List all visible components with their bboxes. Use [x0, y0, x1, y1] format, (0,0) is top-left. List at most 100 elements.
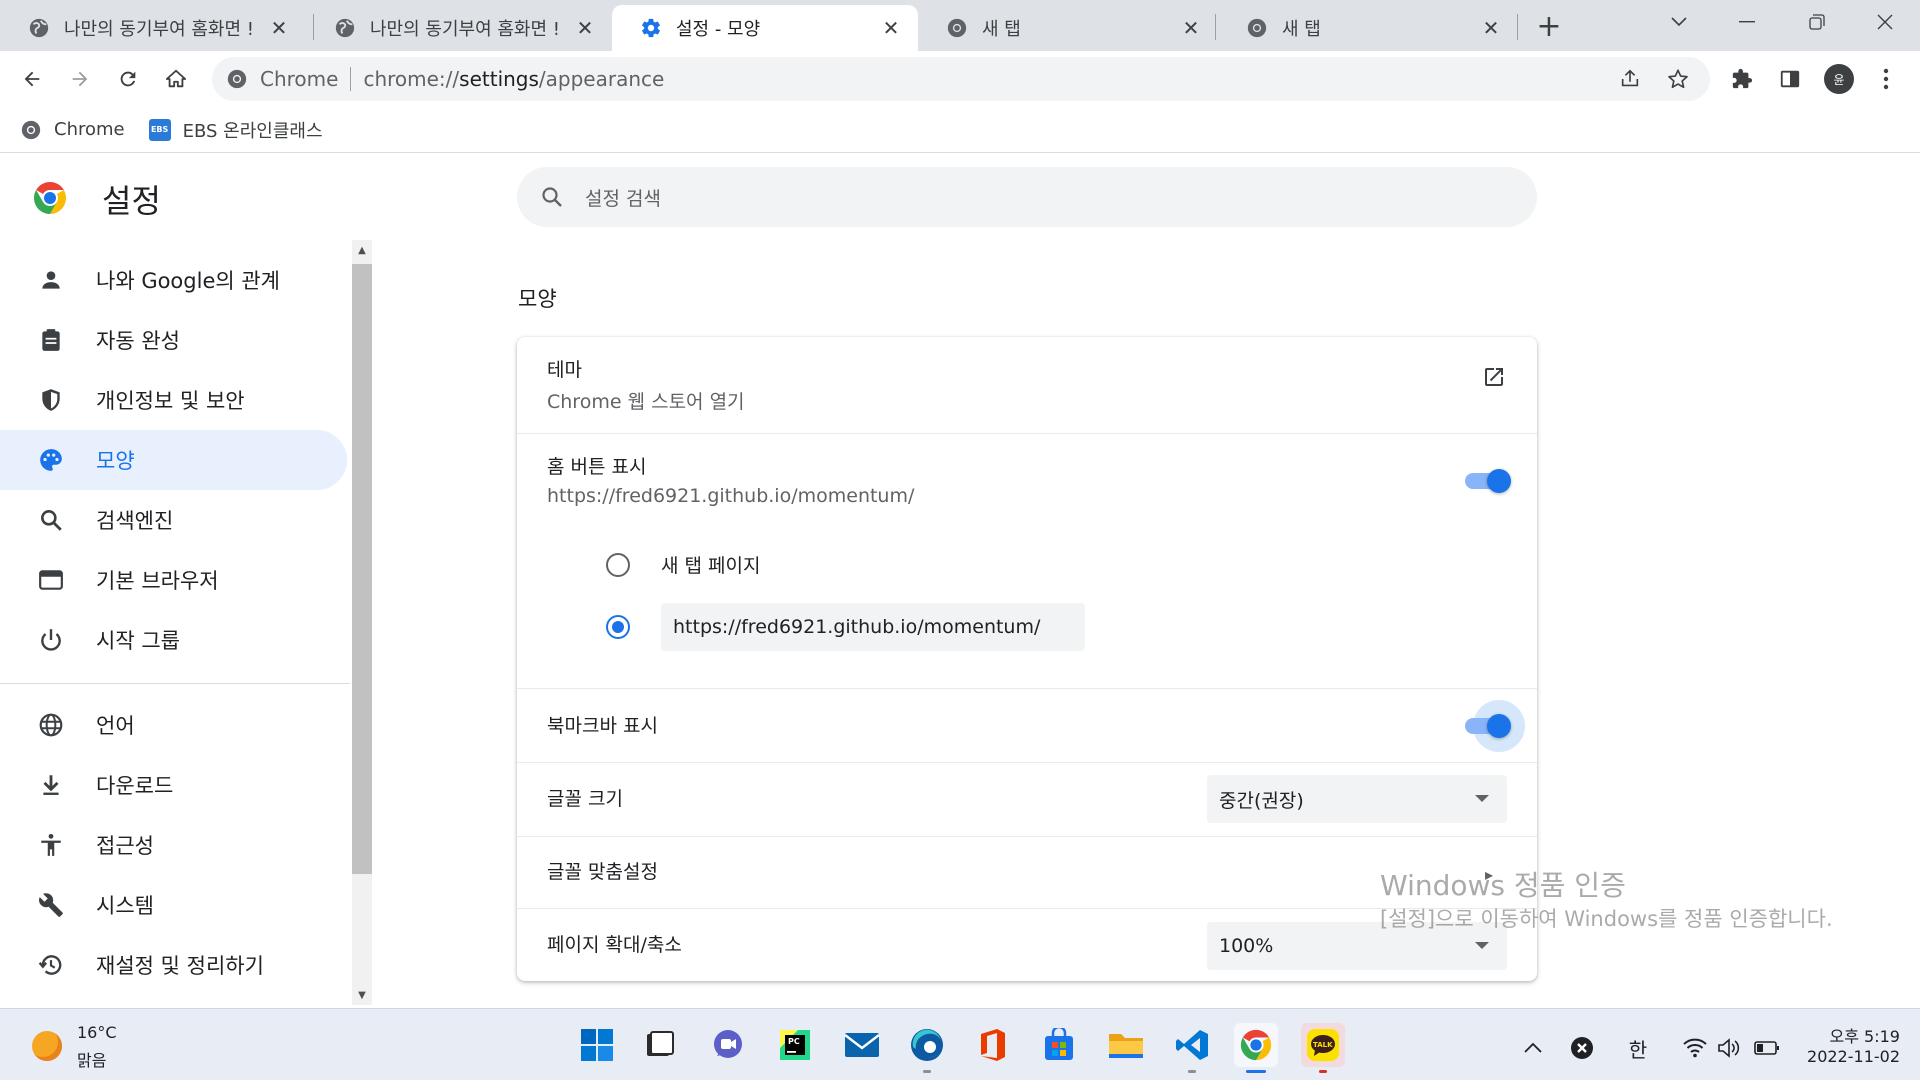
terminal-icon[interactable] [638, 1023, 682, 1067]
running-indicator [1246, 1070, 1266, 1073]
tab-title: 설정 - 모양 [676, 19, 761, 40]
sidebar-item-downloads[interactable]: 다운로드 [0, 755, 347, 815]
clock-date[interactable]: 2022-11-02 [1800, 1047, 1900, 1066]
tab-search-icon[interactable] [1652, 0, 1706, 44]
sidebar-item-label: 언어 [96, 714, 135, 738]
sidebar-item-label: 자동 완성 [96, 329, 180, 353]
chevron-up-icon[interactable] [1518, 1033, 1548, 1063]
sidebar-item-privacy[interactable]: 개인정보 및 보안 [0, 370, 347, 430]
restore-button[interactable] [1790, 0, 1844, 44]
new-tab-page-radio[interactable] [606, 553, 630, 577]
menu-icon[interactable] [1866, 59, 1906, 99]
close-icon[interactable]: ✕ [266, 15, 292, 41]
chrome-icon [946, 17, 968, 39]
palette-icon [36, 445, 66, 475]
bookmark-star-icon[interactable] [1658, 59, 1698, 99]
sidebar-item-default-browser[interactable]: 기본 브라우저 [0, 550, 347, 610]
close-icon[interactable]: ✕ [878, 15, 904, 41]
sidebar-item-accessibility[interactable]: 접근성 [0, 815, 347, 875]
sidebar-item-autofill[interactable]: 자동 완성 [0, 310, 347, 370]
sidebar-item-reset[interactable]: 재설정 및 정리하기 [0, 935, 347, 995]
side-panel-icon[interactable] [1770, 59, 1810, 99]
open-in-new-icon[interactable] [1479, 362, 1509, 392]
close-icon[interactable]: ✕ [572, 15, 598, 41]
pycharm-icon[interactable]: PC [773, 1023, 817, 1067]
chat-icon[interactable] [706, 1023, 750, 1067]
kakaotalk-icon[interactable]: TALK [1301, 1023, 1345, 1073]
tab-3[interactable]: 설정 - 모양 ✕ [612, 5, 918, 51]
customize-fonts-label[interactable]: 글꼴 맞춤설정 [547, 857, 658, 884]
clock-time[interactable]: 오후 5:19 [1820, 1023, 1900, 1047]
sidebar-item-label: 시작 그룹 [96, 629, 180, 653]
sidebar-item-label: 접근성 [96, 834, 154, 858]
search-icon [537, 182, 567, 212]
new-tab-button[interactable]: + [1533, 9, 1565, 44]
file-explorer-icon[interactable] [1104, 1023, 1148, 1067]
sidebar-item-on-startup[interactable]: 시작 그룹 [0, 610, 347, 670]
close-window-button[interactable] [1858, 0, 1912, 44]
pycharm-icon-text: PC [788, 1037, 800, 1046]
sidebar-item-google[interactable]: 나와 Google의 관계 [0, 250, 347, 310]
omnibox-divider [350, 67, 352, 91]
back-button[interactable] [12, 59, 52, 99]
battery-icon[interactable] [1752, 1033, 1782, 1063]
weather-temp[interactable]: 16°C [77, 1023, 117, 1042]
share-icon[interactable] [1610, 59, 1650, 99]
chrome-icon [20, 119, 42, 141]
store-icon[interactable] [1037, 1023, 1081, 1067]
bookmark-bar-toggle[interactable] [1461, 700, 1525, 752]
extensions-icon[interactable] [1722, 59, 1762, 99]
bookmarks-bar: Chrome EBS EBS 온라인클래스 [0, 107, 1920, 153]
new-tab-page-label: 새 탭 페이지 [661, 555, 761, 577]
forward-button[interactable] [60, 59, 100, 99]
chrome-logo-icon [32, 180, 68, 216]
settings-search-input[interactable]: 설정 검색 [517, 167, 1537, 227]
bookmark-bar-label: 북마크바 표시 [547, 715, 658, 737]
wifi-icon[interactable] [1680, 1033, 1710, 1063]
volume-icon[interactable] [1714, 1033, 1744, 1063]
sidebar-item-label: 시스템 [96, 894, 154, 918]
weather-sun-icon[interactable] [32, 1031, 62, 1061]
vscode-icon[interactable] [1170, 1023, 1214, 1073]
weather-desc[interactable]: 맑음 [77, 1047, 106, 1071]
custom-url-radio[interactable] [606, 615, 630, 639]
tab-separator [1215, 14, 1216, 40]
tab-4[interactable]: 새 탭 ✕ [918, 5, 1218, 51]
sidebar-item-languages[interactable]: 언어 [0, 695, 347, 755]
tab-5[interactable]: 새 탭 ✕ [1218, 5, 1518, 51]
minimize-button[interactable] [1720, 0, 1774, 44]
font-size-select[interactable]: 중간(권장) [1207, 775, 1507, 823]
sidebar-item-search-engine[interactable]: 검색엔진 [0, 490, 347, 550]
app-tray-icon[interactable] [1567, 1033, 1597, 1063]
ebs-icon: EBS [148, 118, 171, 141]
chrome-icon[interactable] [1234, 1023, 1278, 1073]
office-icon[interactable] [971, 1023, 1015, 1067]
scroll-up-arrow[interactable]: ▲ [352, 242, 372, 258]
home-button[interactable] [156, 59, 196, 99]
scrollbar-thumb[interactable] [352, 264, 372, 874]
tab-1[interactable]: 나만의 동기부여 홈화면 ! ✕ [0, 5, 306, 51]
sidebar-item-system[interactable]: 시스템 [0, 875, 347, 935]
omnibox[interactable]: Chrome chrome://settings/appearance [212, 57, 1710, 101]
bookmark-chrome[interactable]: Chrome [20, 119, 125, 141]
close-icon[interactable]: ✕ [1178, 15, 1204, 41]
sidebar-item-label: 검색엔진 [96, 509, 174, 533]
ime-indicator[interactable]: 한 [1623, 1033, 1653, 1063]
page-zoom-value: 100% [1219, 935, 1274, 957]
windows-start-icon[interactable] [575, 1023, 619, 1067]
home-url-input[interactable]: https://fred6921.github.io/momentum/ [661, 603, 1085, 651]
scroll-down-arrow[interactable]: ▼ [352, 987, 372, 1003]
row-divider [517, 433, 1537, 434]
activation-watermark-text: [설정]으로 이동하여 Windows를 정품 인증합니다. [1380, 907, 1833, 931]
tab-2[interactable]: 나만의 동기부여 홈화면 ! ✕ [306, 5, 612, 51]
sidebar-item-label: 모양 [96, 449, 135, 473]
home-button-toggle[interactable] [1461, 469, 1511, 493]
mail-icon[interactable] [840, 1023, 884, 1067]
sidebar-item-appearance[interactable]: 모양 [0, 430, 347, 490]
bookmark-ebs[interactable]: EBS EBS 온라인클래스 [148, 117, 323, 143]
profile-avatar[interactable]: 윤 [1824, 64, 1854, 94]
edge-icon[interactable] [905, 1023, 949, 1073]
reload-button[interactable] [108, 59, 148, 99]
sidebar-scrollbar[interactable]: ▲ ▼ [352, 240, 372, 1005]
close-icon[interactable]: ✕ [1478, 15, 1504, 41]
